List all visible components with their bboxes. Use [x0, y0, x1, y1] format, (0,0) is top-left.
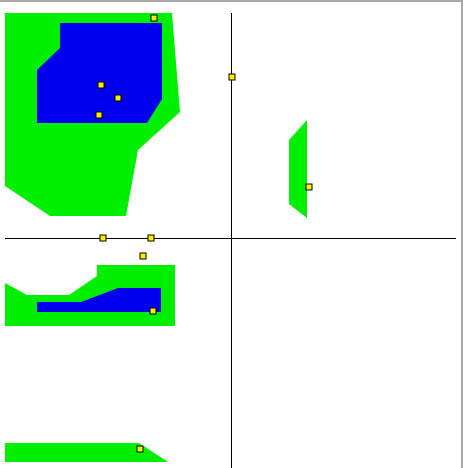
handle-bottom[interactable] — [136, 445, 144, 453]
region-right-sliver-outer[interactable] — [289, 120, 307, 218]
handle-x-axis-1[interactable] — [99, 234, 107, 242]
handle-top-edge[interactable] — [150, 14, 158, 22]
handle-y-axis[interactable] — [228, 73, 236, 81]
handle-inner-3[interactable] — [95, 111, 103, 119]
handle-inner-2[interactable] — [114, 94, 122, 102]
handle-below-axis[interactable] — [139, 252, 147, 260]
handle-middle-left[interactable] — [149, 307, 157, 315]
handle-right-sliver[interactable] — [305, 183, 313, 191]
region-diagram[interactable] — [0, 2, 461, 468]
handle-x-axis-2[interactable] — [147, 234, 155, 242]
drawing-canvas[interactable] — [0, 0, 463, 468]
handle-inner-1[interactable] — [97, 81, 105, 89]
regions-layer — [5, 13, 307, 462]
region-bottom-left-outer[interactable] — [5, 443, 168, 462]
